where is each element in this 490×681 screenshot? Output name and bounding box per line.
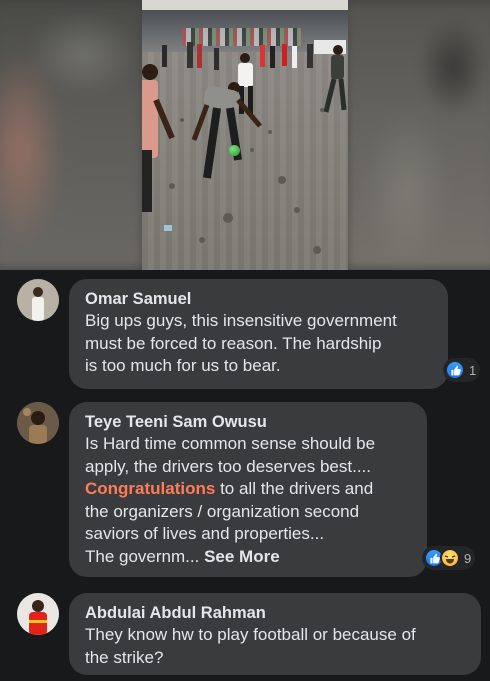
comment-author[interactable]: Teye Teeni Sam Owusu — [85, 411, 413, 433]
comments-section: Omar Samuel Big ups guys, this insensiti… — [0, 270, 490, 681]
comment-line: The governm... See More — [85, 546, 413, 569]
comment-bubble[interactable]: Omar Samuel Big ups guys, this insensiti… — [69, 279, 448, 389]
reaction-count: 9 — [464, 550, 472, 566]
avatar[interactable] — [17, 402, 59, 444]
comment-text: They know hw to play football or because… — [85, 624, 467, 669]
video-blur-left — [0, 0, 145, 270]
avatar[interactable] — [17, 593, 59, 635]
avatar-photo-icon — [17, 279, 59, 321]
comment-line-truncated: The governm... — [85, 546, 200, 566]
video-player[interactable] — [0, 0, 490, 270]
video-blur-right — [345, 0, 490, 270]
comment-line: They know hw to play football or because… — [85, 625, 416, 644]
comment-author[interactable]: Omar Samuel — [85, 288, 434, 310]
highlighted-word: Congratulations — [85, 479, 216, 498]
comment-line: Big ups guys, this insensitive governmen… — [85, 311, 397, 330]
comment-text: Is Hard time common sense should be appl… — [85, 433, 413, 568]
comment-author[interactable]: Abdulai Abdul Rahman — [85, 602, 467, 624]
comment-bubble[interactable]: Teye Teeni Sam Owusu Is Hard time common… — [69, 402, 427, 577]
comment-line: the strike? — [85, 647, 164, 667]
avatar-photo-icon — [17, 402, 59, 444]
like-icon — [445, 360, 465, 380]
crowd-figures — [162, 40, 346, 70]
ground-debris — [169, 108, 324, 254]
video-frame[interactable] — [142, 0, 348, 270]
comment-line: is too much for us to bear. — [85, 356, 281, 375]
debris-bottle — [164, 225, 172, 231]
see-more-link[interactable]: See More — [204, 547, 280, 566]
player-right-walking — [323, 45, 347, 113]
player-left-pink — [142, 64, 175, 212]
comment-bubble[interactable]: Abdulai Abdul Rahman They know hw to pla… — [69, 593, 481, 675]
avatar[interactable] — [17, 279, 59, 321]
reaction-summary[interactable]: 9 — [422, 546, 476, 570]
avatar-photo-icon — [17, 593, 59, 635]
comment-line: saviors of lives and properties... — [85, 524, 325, 543]
video-scene — [142, 40, 347, 254]
comment-line: Is Hard time common sense should be — [85, 434, 376, 453]
comment-line: must be forced to reason. The hardship — [85, 333, 382, 353]
comment-line-rest: to all the drivers and — [220, 479, 374, 498]
facebook-video-comments-screen: Omar Samuel Big ups guys, this insensiti… — [0, 0, 490, 681]
reaction-count: 1 — [469, 362, 477, 378]
comment-line: the organizers / organization second — [85, 501, 360, 521]
comment-line: apply, the drivers too deserves best.... — [85, 456, 371, 476]
football — [229, 145, 240, 156]
comment-text: Big ups guys, this insensitive governmen… — [85, 310, 434, 378]
reaction-summary[interactable]: 1 — [443, 358, 481, 382]
haha-icon — [440, 548, 460, 568]
comment-line: Congratulations to all the drivers and — [85, 478, 413, 501]
